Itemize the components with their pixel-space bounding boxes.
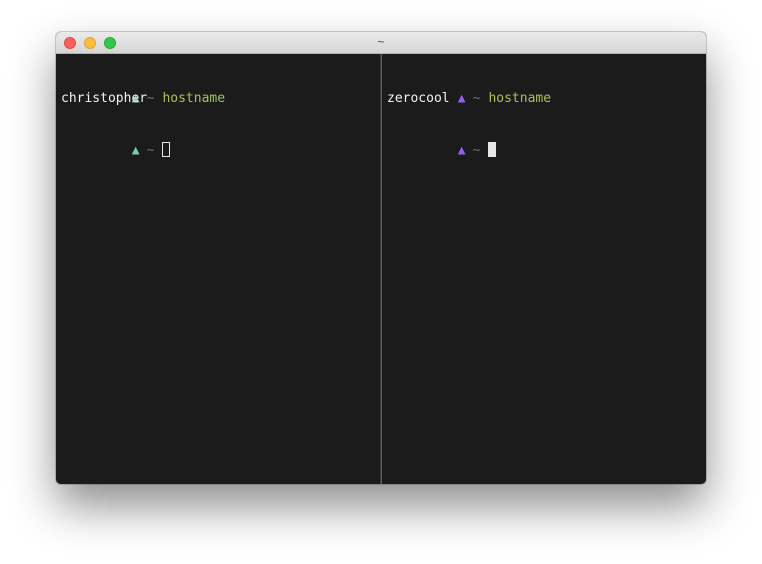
prompt-cwd: ~ bbox=[146, 91, 155, 106]
prompt-line: ▲ ~ hostname bbox=[387, 72, 551, 106]
command-text: hostname bbox=[162, 91, 226, 106]
prompt-triangle-icon: ▲ bbox=[131, 143, 140, 158]
split-panes: ▲ ~ hostname christopher ▲ ~ ▲ ~ hostname zer… bbox=[56, 54, 706, 484]
window-title: ~ bbox=[377, 35, 385, 49]
prompt-cwd: ~ bbox=[472, 143, 481, 158]
prompt-cwd: ~ bbox=[472, 91, 481, 106]
prompt-triangle-icon: ▲ bbox=[457, 91, 466, 106]
terminal-pane-left[interactable]: ▲ ~ hostname christopher ▲ ~ bbox=[56, 54, 380, 484]
terminal-pane-right[interactable]: ▲ ~ hostname zerocool ▲ ~ bbox=[382, 54, 706, 484]
command-output: zerocool bbox=[387, 91, 450, 106]
command-output: christopher bbox=[61, 91, 148, 106]
active-prompt-line[interactable]: ▲ ~ bbox=[61, 124, 171, 158]
title-bar[interactable]: ~ bbox=[56, 32, 706, 54]
text-cursor bbox=[162, 142, 171, 157]
text-cursor bbox=[488, 142, 497, 157]
command-text: hostname bbox=[488, 91, 552, 106]
terminal-window: ~ ▲ ~ hostname christopher ▲ ~ ▲ ~ hostname z… bbox=[56, 32, 706, 484]
prompt-triangle-icon: ▲ bbox=[457, 143, 466, 158]
prompt-cwd: ~ bbox=[146, 143, 155, 158]
active-prompt-line[interactable]: ▲ ~ bbox=[387, 124, 497, 158]
prompt-line: ▲ ~ hostname bbox=[61, 72, 225, 106]
